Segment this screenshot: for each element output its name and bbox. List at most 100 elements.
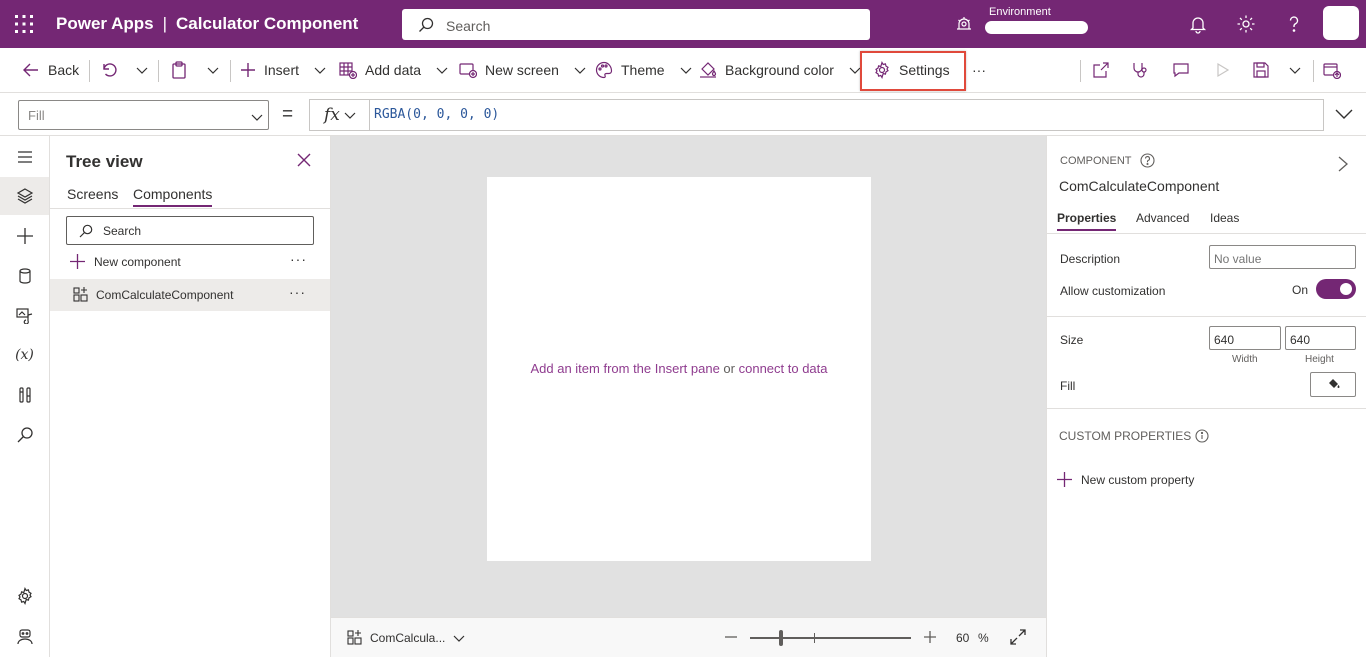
chevron-down-icon	[573, 63, 587, 77]
hamburger-menu-icon[interactable]	[0, 138, 49, 176]
background-color-label: Background color	[725, 62, 834, 78]
undo-button[interactable]	[99, 48, 117, 92]
section-divider	[1047, 408, 1366, 409]
publish-icon	[1323, 61, 1341, 79]
width-input[interactable]	[1209, 326, 1281, 350]
plus-icon	[240, 62, 256, 78]
media-icon[interactable]	[0, 296, 49, 334]
preview-button[interactable]	[1213, 48, 1231, 92]
property-dropdown[interactable]: Fill	[18, 100, 269, 130]
user-avatar[interactable]	[1323, 6, 1359, 40]
insert-label: Insert	[264, 62, 300, 78]
insert-button[interactable]: Insert	[240, 48, 327, 92]
help-question-icon[interactable]	[1284, 14, 1304, 34]
theme-button[interactable]: Theme	[595, 48, 693, 92]
paint-bucket-icon	[1327, 377, 1341, 391]
tab-components[interactable]: Components	[133, 186, 213, 207]
settings-gear-icon[interactable]	[1236, 14, 1256, 34]
global-search-input[interactable]: Search	[402, 9, 870, 40]
design-canvas[interactable]: Add an item from the Insert pane or conn…	[331, 136, 1046, 617]
close-icon[interactable]	[297, 153, 311, 167]
description-input[interactable]	[1209, 245, 1356, 269]
tree-item[interactable]: ComCalculateComponent ···	[50, 279, 330, 311]
formula-input[interactable]: RGBA(0, 0, 0, 0)	[369, 99, 1324, 131]
search-icon[interactable]	[0, 416, 49, 454]
tree-view-layers-icon[interactable]	[0, 177, 49, 215]
variables-icon[interactable]: (x)	[0, 336, 49, 374]
zoom-slider[interactable]	[750, 630, 911, 646]
save-button[interactable]	[1252, 48, 1270, 92]
insert-plus-icon[interactable]	[0, 217, 49, 255]
more-commands-button[interactable]: ···	[972, 48, 986, 92]
function-button[interactable]: fx	[309, 99, 369, 131]
expand-formula-icon[interactable]	[1335, 107, 1353, 121]
fill-color-picker[interactable]	[1310, 372, 1356, 397]
search-icon	[79, 224, 93, 238]
search-placeholder: Search	[446, 18, 491, 34]
app-launcher-icon[interactable]	[14, 14, 34, 34]
zoom-slider-thumb[interactable]	[779, 630, 783, 646]
properties-panel: COMPONENT ComCalculateComponent Properti…	[1046, 136, 1366, 657]
back-button[interactable]: Back	[22, 48, 79, 92]
fit-to-window-icon[interactable]	[1010, 629, 1026, 645]
theme-label: Theme	[621, 62, 665, 78]
formula-bar: Fill = fx RGBA(0, 0, 0, 0)	[0, 93, 1366, 136]
tab-advanced[interactable]: Advanced	[1136, 211, 1189, 225]
tree-item-more-button[interactable]: ···	[289, 284, 306, 300]
virtual-agent-icon[interactable]	[0, 618, 49, 656]
settings-gear-icon[interactable]	[0, 577, 49, 615]
tab-properties[interactable]: Properties	[1057, 211, 1117, 231]
new-screen-button[interactable]: New screen	[459, 48, 587, 92]
advanced-tools-icon[interactable]	[0, 376, 49, 414]
background-color-button[interactable]: Background color	[699, 48, 862, 92]
collapse-panel-icon[interactable]	[1337, 156, 1349, 172]
help-circle-icon[interactable]	[1139, 153, 1155, 168]
data-cylinder-icon[interactable]	[0, 257, 49, 295]
component-icon	[347, 630, 362, 645]
chevron-down-icon	[1288, 63, 1302, 77]
tab-ideas[interactable]: Ideas	[1210, 211, 1239, 225]
save-dropdown[interactable]	[1288, 48, 1302, 92]
allow-customization-toggle[interactable]	[1316, 279, 1356, 299]
component-caption: COMPONENT	[1060, 153, 1155, 168]
new-custom-property-button[interactable]: New custom property	[1057, 472, 1194, 487]
environment-selector[interactable]	[985, 21, 1088, 34]
app-name[interactable]: Power Apps	[56, 14, 154, 33]
project-name[interactable]: Calculator Component	[176, 14, 358, 33]
tab-screens[interactable]: Screens	[67, 186, 118, 202]
undo-dropdown[interactable]	[135, 48, 149, 92]
zoom-out-icon[interactable]	[724, 630, 738, 644]
notifications-bell-icon[interactable]	[1188, 14, 1208, 34]
divider	[230, 60, 231, 82]
description-label: Description	[1060, 252, 1121, 266]
share-button[interactable]	[1092, 48, 1110, 92]
search-icon	[418, 17, 434, 33]
chevron-down-icon	[135, 63, 149, 77]
breadcrumb-label: ComCalcula...	[370, 630, 446, 645]
zoom-in-icon[interactable]	[923, 630, 937, 644]
publish-button[interactable]	[1323, 48, 1341, 92]
new-component-more-button[interactable]: ···	[290, 251, 307, 267]
environment-icon[interactable]	[955, 15, 973, 33]
comments-button[interactable]	[1172, 48, 1190, 92]
chevron-down-icon	[435, 63, 449, 77]
new-component-label: New component	[94, 254, 181, 269]
connect-data-link[interactable]: connect to data	[739, 361, 828, 376]
add-data-button[interactable]: Add data	[339, 48, 449, 92]
component-artboard[interactable]: Add an item from the Insert pane or conn…	[487, 177, 871, 561]
height-caption: Height	[1305, 354, 1334, 365]
paste-button[interactable]	[170, 48, 188, 92]
tree-search-input[interactable]: Search	[66, 216, 314, 245]
component-breadcrumb[interactable]: ComCalcula...	[347, 630, 465, 645]
more-label: ···	[972, 62, 986, 78]
width-caption: Width	[1232, 354, 1258, 365]
settings-highlight-box	[860, 51, 966, 91]
new-component-button[interactable]: New component	[70, 254, 181, 269]
info-icon[interactable]	[1195, 429, 1209, 443]
insert-pane-link[interactable]: Add an item from the Insert pane	[530, 361, 719, 376]
zoom-value: 60	[956, 631, 970, 645]
height-input[interactable]	[1285, 326, 1356, 350]
app-checker-button[interactable]	[1131, 48, 1149, 92]
paste-dropdown[interactable]	[206, 48, 220, 92]
tabs-divider	[50, 208, 330, 209]
